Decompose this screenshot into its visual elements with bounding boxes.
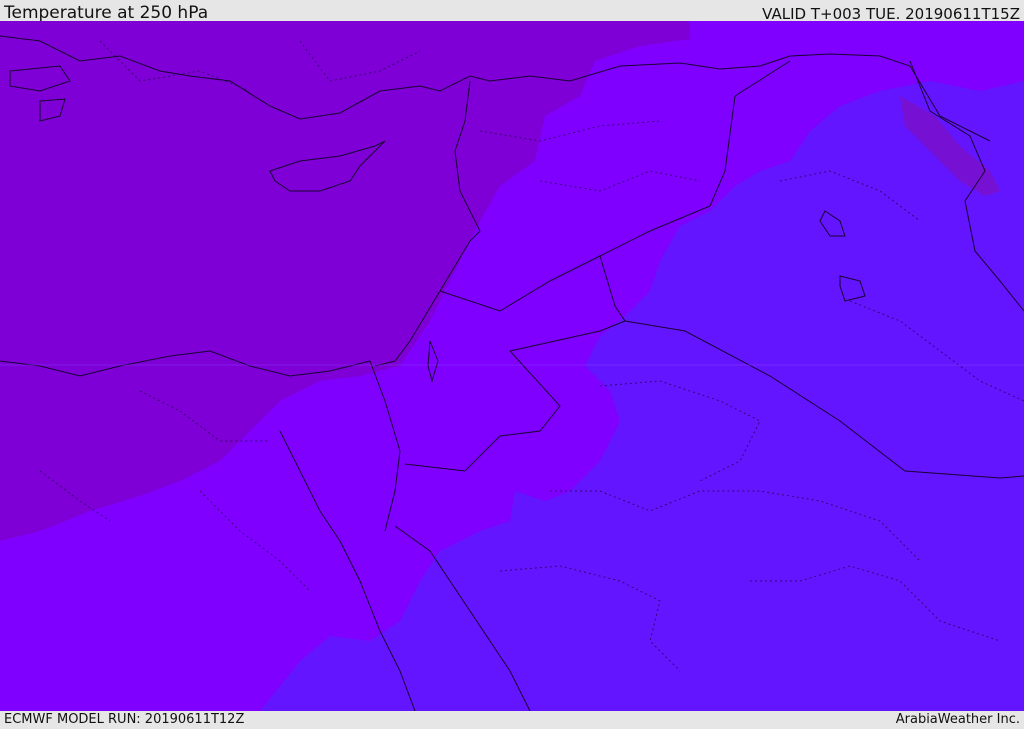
credit-label: ArabiaWeather Inc. (895, 712, 1020, 727)
model-run-label: ECMWF MODEL RUN: 20190611T12Z (4, 712, 245, 727)
header-bar: Temperature at 250 hPa VALID T+003 TUE. … (0, 0, 1024, 23)
map-title: Temperature at 250 hPa (4, 3, 209, 23)
temperature-map (0, 21, 1024, 711)
map-window: Temperature at 250 hPa VALID T+003 TUE. … (0, 0, 1024, 729)
